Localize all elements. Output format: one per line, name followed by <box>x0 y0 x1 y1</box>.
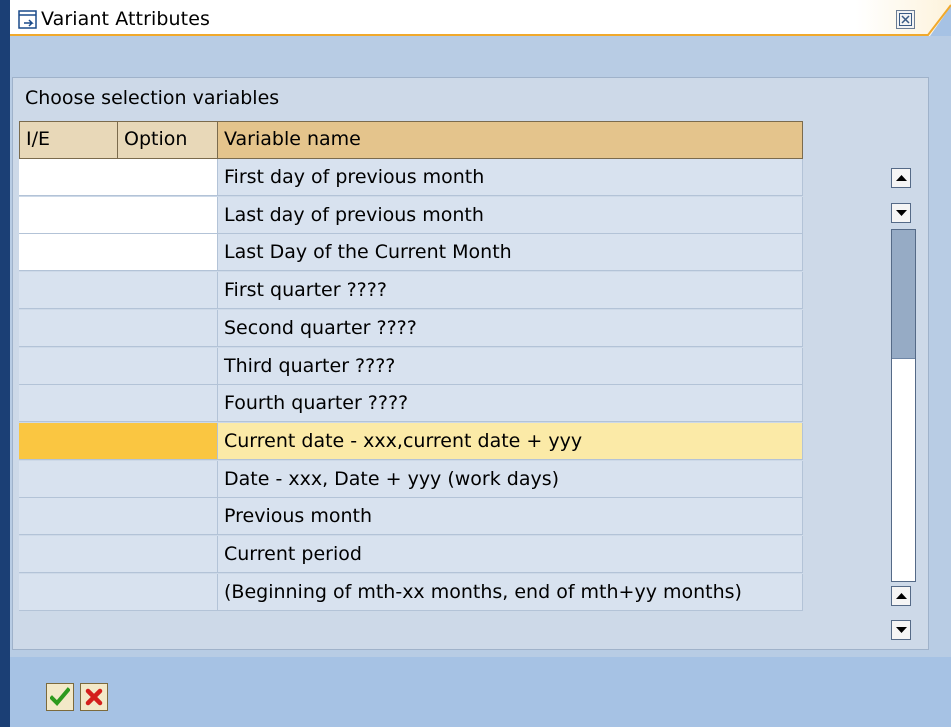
cell-option[interactable] <box>117 536 218 573</box>
cell-variable-name[interactable]: Fourth quarter ???? <box>217 385 803 422</box>
close-icon <box>899 13 912 26</box>
cell-variable-name[interactable]: Current date - xxx,current date + yyy <box>217 423 803 460</box>
dialog-footer <box>10 657 951 727</box>
scroll-page-up-button[interactable] <box>891 586 911 606</box>
arrow-up-icon <box>896 175 907 181</box>
window-icon <box>18 10 37 29</box>
cell-variable-name[interactable]: Third quarter ???? <box>217 348 803 385</box>
cell-variable-name[interactable]: Date - xxx, Date + yyy (work days) <box>217 461 803 498</box>
scroll-down-button[interactable] <box>891 203 911 223</box>
cell-option[interactable] <box>117 159 218 196</box>
cell-ie[interactable] <box>19 423 118 460</box>
cell-ie[interactable] <box>19 385 118 422</box>
column-header-variable-name[interactable]: Variable name <box>217 121 803 159</box>
cancel-x-icon <box>85 688 103 706</box>
cell-ie[interactable] <box>19 159 118 196</box>
cell-variable-name[interactable]: (Beginning of mth-xx months, end of mth+… <box>217 574 803 611</box>
scroll-page-down-button[interactable] <box>891 620 911 640</box>
vertical-scrollbar-track[interactable] <box>891 229 916 582</box>
cell-variable-name[interactable]: Last Day of the Current Month <box>217 234 803 271</box>
cell-option[interactable] <box>117 272 218 309</box>
checkmark-icon <box>50 687 70 706</box>
cell-variable-name[interactable]: Current period <box>217 536 803 573</box>
cell-option[interactable] <box>117 348 218 385</box>
arrow-down-icon <box>896 627 907 633</box>
cell-ie[interactable] <box>19 272 118 309</box>
cell-option[interactable] <box>117 498 218 535</box>
cell-ie[interactable] <box>19 498 118 535</box>
cell-option[interactable] <box>117 574 218 611</box>
cell-ie[interactable] <box>19 310 118 347</box>
window-title: Variant Attributes <box>41 8 211 30</box>
cell-ie[interactable] <box>19 574 118 611</box>
cell-option[interactable] <box>117 310 218 347</box>
vertical-scrollbar-thumb[interactable] <box>892 230 915 359</box>
cell-ie[interactable] <box>19 234 118 271</box>
cell-variable-name[interactable]: First quarter ???? <box>217 272 803 309</box>
cell-option[interactable] <box>117 423 218 460</box>
column-header-option[interactable]: Option <box>117 121 218 159</box>
title-bar: Variant Attributes <box>0 0 951 36</box>
cancel-button[interactable] <box>80 683 108 711</box>
close-button[interactable] <box>896 10 915 29</box>
arrow-down-icon <box>896 210 907 216</box>
table-caption: Choose selection variables <box>25 87 280 109</box>
cell-option[interactable] <box>117 385 218 422</box>
cell-variable-name[interactable]: First day of previous month <box>217 159 803 196</box>
cell-ie[interactable] <box>19 461 118 498</box>
cell-variable-name[interactable]: Previous month <box>217 498 803 535</box>
cell-option[interactable] <box>117 234 218 271</box>
arrow-up-icon <box>896 593 907 599</box>
cell-variable-name[interactable]: Last day of previous month <box>217 197 803 234</box>
column-header-ie[interactable]: I/E <box>19 121 118 159</box>
confirm-button[interactable] <box>46 683 74 711</box>
cell-ie[interactable] <box>19 348 118 385</box>
cell-ie[interactable] <box>19 197 118 234</box>
cell-option[interactable] <box>117 461 218 498</box>
scroll-up-button[interactable] <box>891 168 911 188</box>
cell-option[interactable] <box>117 197 218 234</box>
window-left-border <box>0 0 10 727</box>
cell-ie[interactable] <box>19 536 118 573</box>
cell-variable-name[interactable]: Second quarter ???? <box>217 310 803 347</box>
